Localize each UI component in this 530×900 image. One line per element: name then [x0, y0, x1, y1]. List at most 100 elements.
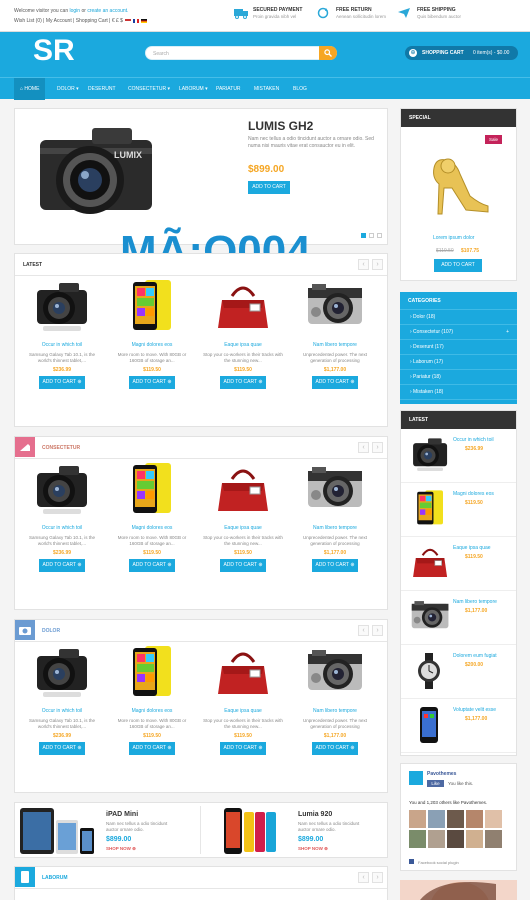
product-image[interactable]	[121, 644, 183, 700]
add-to-cart-button[interactable]: ADD TO CART ⊕	[129, 742, 175, 755]
fan-avatar[interactable]	[409, 830, 426, 848]
add-to-cart-button[interactable]: ADD TO CART ⊕	[39, 559, 85, 572]
slide-dot[interactable]	[377, 233, 382, 238]
next-arrow-icon[interactable]: ›	[372, 259, 383, 270]
fan-avatar[interactable]	[485, 830, 502, 848]
lumia-image[interactable]	[222, 804, 280, 856]
fan-avatar[interactable]	[447, 810, 464, 828]
flag-de-icon[interactable]	[140, 18, 147, 23]
nav-consectetur[interactable]: CONSECTETUR ▾	[128, 78, 170, 100]
slide-dot[interactable]	[369, 233, 374, 238]
fb-like-button[interactable]: Like	[427, 780, 444, 787]
create-account-link[interactable]: create an account.	[87, 8, 128, 14]
category-item[interactable]: › Deserunt (17)	[400, 340, 517, 355]
product-name[interactable]: Occur in which toil	[22, 525, 102, 531]
sidebar-product-image[interactable]	[409, 543, 451, 585]
expand-icon[interactable]: +	[506, 325, 509, 340]
sidebar-product-name[interactable]: Nam libero tempore	[453, 599, 497, 605]
prev-arrow-icon[interactable]: ‹	[358, 442, 369, 453]
product-name[interactable]: Nam libero tempore	[295, 525, 375, 531]
special-product-name[interactable]: Lorem ipsum dolor	[433, 235, 474, 241]
sidebar-product-image[interactable]	[409, 705, 451, 747]
fan-avatar[interactable]	[466, 830, 483, 848]
add-to-cart-button[interactable]: ADD TO CART ⊕	[39, 742, 85, 755]
nav-laborum[interactable]: LABORUM ▾	[179, 78, 208, 100]
add-to-cart-button[interactable]: ADD TO CART ⊕	[220, 376, 266, 389]
login-link[interactable]: login	[70, 8, 81, 14]
nav-home[interactable]: ⌂ HOME	[14, 78, 46, 100]
product-name[interactable]: Magni dolores eos	[112, 525, 192, 531]
sidebar-product-image[interactable]	[409, 597, 451, 639]
category-item[interactable]: › Dolor (18)	[400, 310, 517, 325]
sidebar-product-name[interactable]: Occur in which toil	[453, 437, 494, 443]
sidebar-product-image[interactable]	[409, 651, 451, 693]
shopping-cart-button[interactable]: ⊕ SHOPPING CART 0 item(s) - $0.00	[405, 46, 518, 60]
product-image[interactable]	[31, 461, 93, 517]
sidebar-product-name[interactable]: Dolorem eum fugiat	[453, 653, 497, 659]
slide-dot[interactable]	[361, 233, 366, 238]
search-box[interactable]: Search	[145, 46, 337, 60]
search-button[interactable]	[319, 46, 337, 60]
product-name[interactable]: Nam libero tempore	[295, 708, 375, 714]
product-name[interactable]: Magni dolores eos	[112, 342, 192, 348]
add-to-cart-button[interactable]: ADD TO CART ⊕	[312, 376, 358, 389]
product-image[interactable]	[31, 278, 93, 334]
product-image[interactable]	[304, 644, 366, 700]
product-image[interactable]	[212, 644, 274, 700]
product-name[interactable]: Magni dolores eos	[112, 708, 192, 714]
banner-shop-now-link[interactable]: SHOP NOW ⊕	[298, 846, 328, 852]
add-to-cart-button[interactable]: ADD TO CART ⊕	[312, 559, 358, 572]
add-to-cart-button[interactable]: ADD TO CART ⊕	[220, 742, 266, 755]
pavothemes-logo[interactable]	[409, 771, 423, 785]
prev-arrow-icon[interactable]: ‹	[358, 625, 369, 636]
flag-fr-icon[interactable]	[132, 18, 139, 23]
banner-shop-now-link[interactable]: SHOP NOW ⊕	[106, 846, 136, 852]
slider-add-to-cart-button[interactable]: ADD TO CART	[248, 181, 290, 194]
sidebar-product-name[interactable]: Eaque ipsa quae	[453, 545, 491, 551]
account-links[interactable]: Wish List (0) | My Account | Shopping Ca…	[14, 18, 147, 24]
product-name[interactable]: Eaque ipsa quae	[203, 342, 283, 348]
fan-avatar[interactable]	[485, 810, 502, 828]
add-to-cart-button[interactable]: ADD TO CART ⊕	[129, 559, 175, 572]
camera-image[interactable]: LUMIX	[32, 118, 160, 224]
prev-arrow-icon[interactable]: ‹	[358, 872, 369, 883]
product-image[interactable]	[212, 278, 274, 334]
fan-avatar[interactable]	[428, 810, 445, 828]
product-name[interactable]: Nam libero tempore	[295, 342, 375, 348]
special-add-to-cart-button[interactable]: ADD TO CART	[434, 259, 482, 272]
product-name[interactable]: Occur in which toil	[22, 708, 102, 714]
add-to-cart-button[interactable]: ADD TO CART ⊕	[220, 559, 266, 572]
add-to-cart-button[interactable]: ADD TO CART ⊕	[39, 376, 85, 389]
next-arrow-icon[interactable]: ›	[372, 625, 383, 636]
product-image[interactable]	[121, 461, 183, 517]
sidebar-product-image[interactable]	[409, 489, 451, 531]
heels-image[interactable]	[426, 148, 496, 220]
sidebar-product-name[interactable]: Magni dolores eos	[453, 491, 494, 497]
prev-arrow-icon[interactable]: ‹	[358, 259, 369, 270]
product-image[interactable]	[304, 278, 366, 334]
logo[interactable]: SR	[33, 34, 75, 68]
flag-en-icon[interactable]	[124, 18, 131, 23]
category-item[interactable]: › Mistaken (18)	[400, 385, 517, 400]
ipad-image[interactable]	[18, 806, 96, 856]
add-to-cart-button[interactable]: ADD TO CART ⊕	[129, 376, 175, 389]
nav-dolor[interactable]: DOLOR ▾	[57, 78, 79, 100]
sidebar-product-image[interactable]	[409, 435, 451, 477]
nav-blog[interactable]: BLOG	[293, 78, 307, 100]
product-name[interactable]: Eaque ipsa quae	[203, 708, 283, 714]
nav-pariatur[interactable]: PARIATUR	[216, 78, 241, 100]
product-image[interactable]	[31, 644, 93, 700]
fan-avatar[interactable]	[428, 830, 445, 848]
search-input[interactable]: Search	[153, 51, 169, 57]
category-item[interactable]: › Pariatur (18)	[400, 370, 517, 385]
sidebar-product-name[interactable]: Voluptate velit esse	[453, 707, 496, 713]
fb-page-name[interactable]: Pavothemes	[427, 771, 456, 777]
next-arrow-icon[interactable]: ›	[372, 872, 383, 883]
fan-avatar[interactable]	[466, 810, 483, 828]
fan-avatar[interactable]	[409, 810, 426, 828]
product-name[interactable]: Occur in which toil	[22, 342, 102, 348]
product-name[interactable]: Eaque ipsa quae	[203, 525, 283, 531]
nav-deserunt[interactable]: DESERUNT	[88, 78, 116, 100]
product-image[interactable]	[304, 461, 366, 517]
product-image[interactable]	[121, 278, 183, 334]
